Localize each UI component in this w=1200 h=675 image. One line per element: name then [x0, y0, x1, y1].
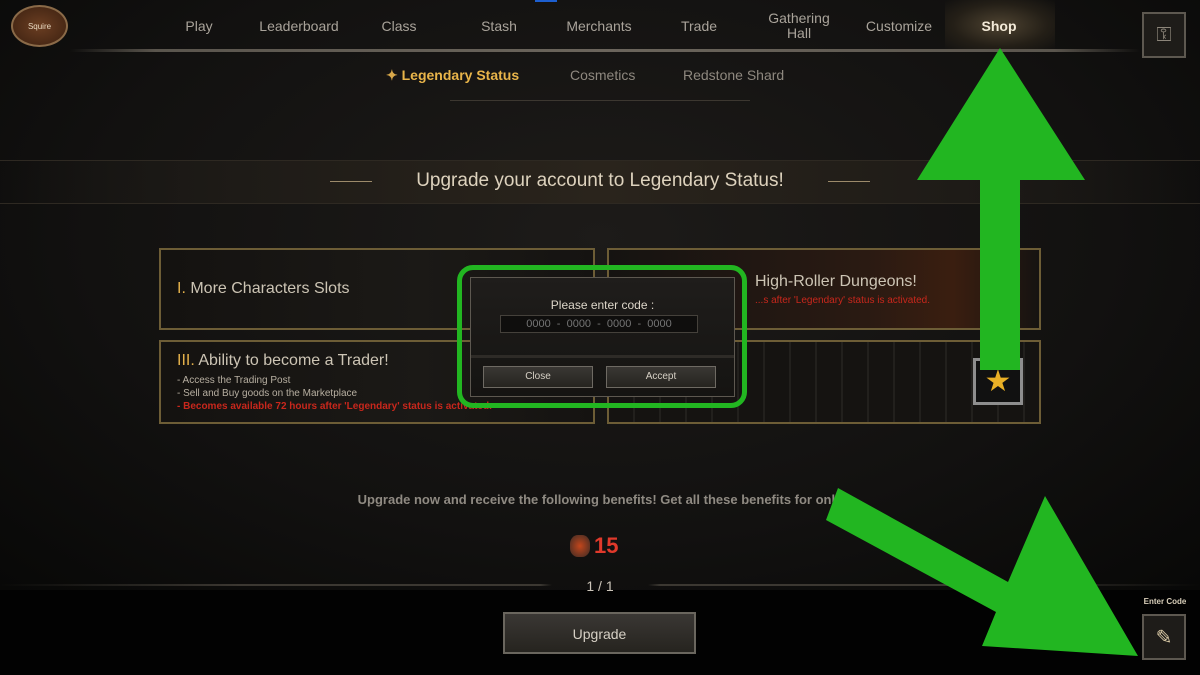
diagonal-arrow: [826, 488, 1138, 656]
up-arrow: [917, 48, 1085, 370]
annotation-arrows: [826, 48, 1138, 656]
